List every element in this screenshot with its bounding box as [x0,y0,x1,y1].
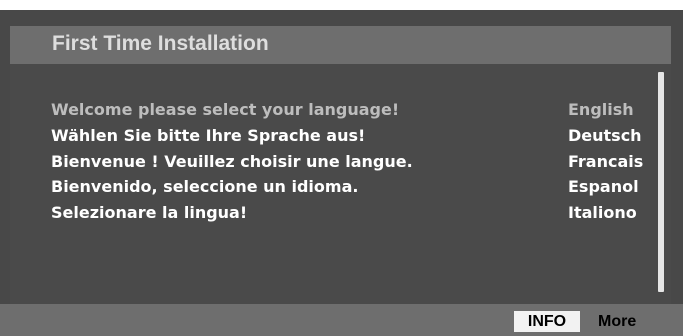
language-list: Welcome please select your language! Eng… [10,64,671,304]
page-title: First Time Installation [52,32,269,55]
language-name: English [568,100,634,119]
more-label: More [598,313,637,330]
language-option-francais[interactable]: Bienvenue ! Veuillez choisir une langue.… [10,150,671,174]
language-prompt: Welcome please select your language! [51,100,400,119]
footer-bar: INFO More [0,304,683,336]
language-name: Deutsch [568,126,642,145]
language-option-espanol[interactable]: Bienvenido, seleccione un idioma. Espano… [10,175,671,199]
language-name: Francais [568,152,644,171]
language-option-italiano[interactable]: Selezionare la lingua! Italiono [10,201,671,225]
language-prompt: Selezionare la lingua! [51,203,248,222]
language-name: Espanol [568,177,639,196]
installation-screen: First Time Installation Welcome please s… [0,10,683,336]
language-option-deutsch[interactable]: Wählen Sie bitte Ihre Sprache aus! Deuts… [10,124,671,148]
language-option-english[interactable]: Welcome please select your language! Eng… [10,98,671,122]
language-prompt: Bienvenido, seleccione un idioma. [51,177,359,196]
title-bar: First Time Installation [10,26,671,64]
language-prompt: Bienvenue ! Veuillez choisir une langue. [51,152,413,171]
language-name: Italiono [568,203,637,222]
info-button[interactable]: INFO [514,311,580,332]
scrollbar[interactable] [658,72,664,292]
language-prompt: Wählen Sie bitte Ihre Sprache aus! [51,126,366,145]
